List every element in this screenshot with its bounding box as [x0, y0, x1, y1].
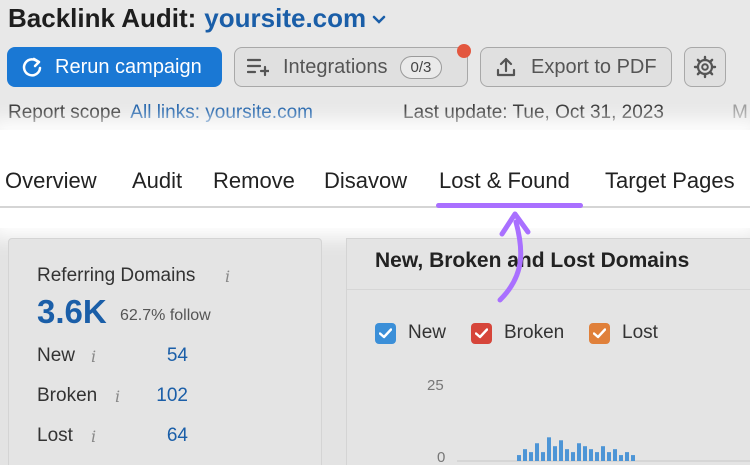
tab-bar: Overview Audit Remove Disavow Lost & Fou… [0, 130, 750, 228]
rerun-campaign-button[interactable]: Rerun campaign [7, 47, 222, 87]
broken-count[interactable]: 102 [128, 385, 188, 407]
chart-bar[interactable] [631, 455, 635, 461]
info-icon[interactable]: i [115, 387, 120, 406]
chart-bar[interactable] [523, 449, 527, 461]
upload-icon [496, 57, 516, 77]
follow-percentage: 62.7% follow [120, 307, 211, 324]
tab-audit[interactable]: Audit [132, 168, 182, 194]
tab-target-pages[interactable]: Target Pages [605, 168, 735, 194]
header: Backlink Audit: yoursite.com Rerun campa… [0, 0, 750, 128]
referring-domains-card: Referring Domains i 3.6K 62.7% follow Ne… [8, 238, 322, 465]
chart-bar[interactable] [565, 449, 569, 461]
referring-domains-title: Referring Domains [37, 265, 196, 286]
truncated-text: M [732, 102, 748, 123]
integrations-label: Integrations [283, 55, 388, 78]
chart-bar[interactable] [601, 446, 605, 461]
lost-label: Lost [37, 425, 73, 446]
export-label: Export to PDF [531, 55, 657, 78]
new-label: New [37, 345, 76, 366]
report-scope: Report scope All links: yoursite.com [8, 102, 313, 124]
chart-bar[interactable] [559, 440, 563, 461]
chart-bar[interactable] [541, 452, 545, 461]
notification-dot [457, 44, 471, 58]
integrations-count-badge: 0/3 [399, 55, 443, 79]
tab-overview[interactable]: Overview [5, 168, 97, 194]
settings-button[interactable] [684, 47, 726, 87]
chart-bar[interactable] [535, 443, 539, 461]
export-pdf-button[interactable]: Export to PDF [480, 47, 672, 87]
add-list-icon [247, 58, 269, 77]
chart-bar[interactable] [607, 452, 611, 461]
page-title: Backlink Audit: [8, 3, 197, 33]
chart-bar[interactable] [577, 443, 581, 461]
integrations-button[interactable]: Integrations 0/3 [234, 44, 471, 87]
info-icon[interactable]: i [91, 427, 96, 446]
referring-domains-value[interactable]: 3.6K [37, 293, 107, 331]
tab-disavow[interactable]: Disavow [324, 168, 407, 194]
broken-label: Broken [37, 385, 98, 406]
refresh-icon [22, 57, 42, 77]
last-update: Last update: Tue, Oct 31, 2023 [403, 102, 664, 123]
scope-label: Report scope [8, 102, 122, 123]
rerun-label: Rerun campaign [55, 55, 202, 78]
info-icon[interactable]: i [91, 347, 96, 366]
pointer-arrow-icon [497, 211, 531, 303]
scope-link[interactable]: All links: yoursite.com [130, 102, 313, 123]
chart-bar[interactable] [619, 455, 623, 461]
tab-lost-and-found[interactable]: Lost & Found [439, 168, 570, 194]
info-icon[interactable]: i [225, 267, 230, 286]
tab-divider [0, 206, 750, 208]
new-count[interactable]: 54 [128, 345, 188, 367]
tab-remove[interactable]: Remove [213, 168, 295, 194]
chart-bar[interactable] [529, 452, 533, 461]
chart-bar[interactable] [547, 437, 551, 461]
domain-selector[interactable]: yoursite.com [204, 3, 366, 34]
chart-bar[interactable] [553, 446, 557, 461]
chart-bar[interactable] [595, 452, 599, 461]
chart-bar[interactable] [613, 449, 617, 461]
bar-chart [457, 437, 750, 462]
chart-bar[interactable] [625, 452, 629, 461]
chart-bar[interactable] [589, 449, 593, 461]
chart-bar[interactable] [571, 452, 575, 461]
lost-count[interactable]: 64 [128, 425, 188, 447]
domains-chart-card: New, Broken and Lost Domains New Broken … [346, 238, 750, 465]
gear-icon [693, 55, 717, 79]
title-row: Backlink Audit: yoursite.com [8, 3, 386, 34]
chart-bar[interactable] [517, 455, 521, 461]
chart-bar[interactable] [583, 446, 587, 461]
chevron-down-icon[interactable] [372, 13, 386, 27]
